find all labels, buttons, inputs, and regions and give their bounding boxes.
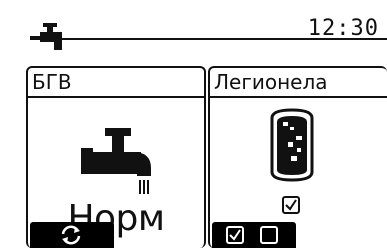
clock: 12:30 — [307, 16, 379, 41]
tap-icon — [30, 23, 62, 50]
legionella-enabled-checkbox[interactable] — [282, 196, 300, 214]
tank-icon — [270, 108, 314, 182]
tap-water-icon — [81, 128, 151, 194]
dhw-panel-title: БГВ — [28, 68, 204, 98]
softkey-right[interactable] — [212, 222, 296, 248]
legionella-panel[interactable]: Легионела — [208, 66, 387, 248]
rotate-arrows-icon — [61, 225, 81, 245]
dhw-panel[interactable]: БГВ Норм — [26, 66, 206, 248]
checkbox-empty-icon — [260, 226, 278, 244]
checkbox-checked-icon — [226, 226, 244, 244]
check-icon — [285, 199, 297, 211]
legionella-panel-title: Легионела — [210, 68, 387, 98]
controller-screen: 12:30 БГВ Норм Легионела — [0, 0, 387, 248]
softkey-left[interactable] — [30, 222, 114, 248]
